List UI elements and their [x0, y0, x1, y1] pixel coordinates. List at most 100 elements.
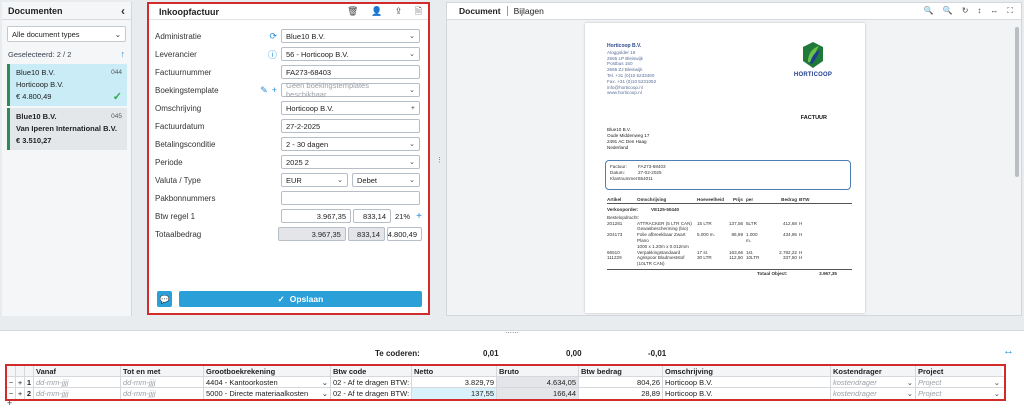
plus-icon[interactable]: +	[411, 105, 415, 112]
btwbedrag-input[interactable]: 28,89	[579, 388, 663, 399]
project-select[interactable]: Project ⌄	[916, 388, 1002, 399]
plus-icon[interactable]: +	[16, 388, 25, 399]
form-title: Inkoopfactuur	[159, 6, 219, 17]
betalingsconditie-select[interactable]: 2 - 30 dagen ⌄	[281, 137, 420, 151]
valuta-select[interactable]: EUR ⌄	[281, 173, 348, 187]
btwcode-select[interactable]: 02 - Af te dragen BTW:⌄	[331, 388, 412, 399]
chevron-left-icon[interactable]: ‹	[121, 4, 125, 18]
refresh-icon[interactable]: ⟳	[269, 31, 277, 42]
column-header[interactable]: Btw bedrag	[579, 366, 663, 376]
fit-height-icon[interactable]: ↕	[977, 6, 981, 16]
viewer-scrollbar[interactable]	[1015, 27, 1019, 177]
column-header[interactable]: Vanaf	[34, 366, 121, 376]
add-row-icon[interactable]: +	[7, 398, 12, 408]
document-card[interactable]: Blue10 B.V. 045 Van Iperen International…	[7, 108, 127, 150]
coding-panel: ⋯⋯ Te coderen: 0,01 0,00 -0,01 ↔ Vanaf T…	[0, 330, 1024, 410]
factuurdatum-input[interactable]: 27-2-2025	[281, 119, 420, 133]
btw-amount-input[interactable]: 3.967,35	[281, 209, 351, 223]
minus-icon[interactable]: −	[7, 377, 16, 387]
logo-text: HORTICOOP	[793, 72, 833, 78]
leverancier-select[interactable]: 56 - Horticoop B.V. ⌄	[281, 47, 420, 61]
tot-input[interactable]: dd-mm-jjjj	[121, 377, 204, 387]
comment-button[interactable]: 💬	[157, 291, 172, 307]
viewer-tabs: Document Bijlagen 🔍 🔍 ↻ ↕ ↔ ⛶	[447, 3, 1021, 20]
document-type-select[interactable]: Alle document types ⌄	[7, 26, 126, 42]
pakbon-input[interactable]	[281, 191, 420, 205]
pencil-icon[interactable]: ✎	[260, 85, 268, 96]
netto-input[interactable]: 137,55	[412, 388, 497, 399]
tab-document[interactable]: Document	[455, 6, 505, 16]
bruto-input[interactable]: 4.634,05	[497, 377, 579, 387]
tot-input[interactable]: dd-mm-jjjj	[121, 388, 204, 399]
btw-vat-input[interactable]: 833,14	[353, 209, 391, 223]
column-header[interactable]: Tot en met	[121, 366, 204, 376]
chevron-down-icon: ⌄	[321, 377, 328, 387]
vanaf-input[interactable]: dd-mm-jjjj	[34, 388, 121, 399]
leaf-logo-icon	[803, 42, 823, 68]
btw-label: Btw regel 1	[155, 211, 196, 221]
chevron-down-icon: ⌄	[337, 177, 343, 184]
table-cell: H	[799, 232, 803, 238]
zoom-in-icon[interactable]: 🔍	[924, 6, 934, 16]
column-header[interactable]: Project	[916, 366, 1002, 376]
column-header[interactable]: Netto	[412, 366, 497, 376]
trash-icon[interactable]: 🗑	[347, 6, 358, 16]
boekingstemplate-select[interactable]: Geen boekingstemplates beschikbaar ⌄	[281, 81, 420, 99]
documents-panel: Documenten ‹ Alle document types ⌄ Gesel…	[2, 2, 132, 316]
tab-bijlagen[interactable]: Bijlagen	[510, 6, 548, 16]
info-icon[interactable]: ⓘ	[268, 48, 277, 61]
card-supplier: Horticoop B.V.	[16, 80, 64, 89]
kostendrager-select[interactable]: kostendrager ⌄	[831, 377, 916, 387]
table-header: Artikel Omschrijving Hoeveelheid Prijs p…	[607, 197, 852, 204]
column-header[interactable]: Kostendrager	[831, 366, 916, 376]
administratie-select[interactable]: Blue10 B.V. ⌄	[281, 29, 420, 43]
chevron-down-icon: ⌄	[409, 33, 415, 40]
fullscreen-icon[interactable]: ⛶	[1007, 6, 1013, 16]
btwcode-select[interactable]: 02 - Af te dragen BTW:⌄	[331, 377, 412, 387]
betalingsconditie-value: 2 - 30 dagen	[286, 139, 329, 149]
plus-icon[interactable]: +	[416, 211, 422, 222]
column-header[interactable]: Omschrijving	[663, 366, 831, 376]
document-card[interactable]: Blue10 B.V. 044 Horticoop B.V. € 4.800,4…	[7, 64, 127, 106]
save-button[interactable]: ✓ Opslaan	[179, 291, 422, 307]
type-select[interactable]: Debet ⌄	[352, 173, 420, 187]
sender-block: Horticoop B.V. Aloggolder 16 2665 LP Ble…	[607, 43, 656, 96]
grootboek-select[interactable]: 4404 - Kantoorkosten ⌄	[204, 377, 331, 387]
sender-line: Postbus 150	[607, 61, 633, 67]
rotate-icon[interactable]: ↻	[962, 6, 969, 16]
table-cell: 204173	[607, 232, 623, 238]
netto-input[interactable]: 3.829,79	[412, 377, 497, 387]
column-header[interactable]: Grootboekrekening	[204, 366, 331, 376]
column-header[interactable]: Btw code	[331, 366, 412, 376]
omschrijving-input[interactable]: Horticoop B.V.	[663, 377, 831, 387]
swap-horizontal-icon[interactable]: ↔	[1003, 345, 1014, 357]
document-viewer: Document Bijlagen 🔍 🔍 ↻ ↕ ↔ ⛶ Horticoop …	[446, 2, 1022, 316]
kostendrager-select[interactable]: kostendrager ⌄	[831, 388, 916, 399]
column-header: Omschrijving	[637, 197, 667, 202]
bruto-input[interactable]: 166,44	[497, 388, 579, 399]
periode-select[interactable]: 2025 2 ⌄	[281, 155, 420, 169]
fit-width-icon[interactable]: ↔	[990, 6, 998, 16]
user-icon[interactable]: 👤	[371, 6, 382, 16]
sort-up-icon[interactable]: ↑	[121, 49, 126, 59]
chevron-down-icon: ⌄	[993, 377, 1000, 387]
plus-icon[interactable]: +	[16, 377, 25, 387]
save-label: Opslaan	[289, 294, 324, 304]
omschrijving-input[interactable]: Horticoop B.V. +	[281, 101, 420, 115]
document-icon[interactable]: 🗎	[415, 6, 422, 16]
column-header[interactable]: Bruto	[497, 366, 579, 376]
sender-line: info@horticoop.nl	[607, 84, 643, 90]
total-value: 3.967,35	[819, 270, 837, 276]
upload-icon[interactable]: ⇪	[395, 6, 403, 16]
plus-icon[interactable]: +	[272, 85, 277, 96]
vanaf-input[interactable]: dd-mm-jjjj	[34, 377, 121, 387]
project-select[interactable]: Project ⌄	[916, 377, 1002, 387]
zoom-out-icon[interactable]: 🔍	[943, 6, 953, 16]
btwbedrag-input[interactable]: 804,26	[579, 377, 663, 387]
omschrijving-input[interactable]: Horticoop B.V.	[663, 388, 831, 399]
card-amount: € 3.510,27	[16, 136, 52, 145]
factuurnummer-input[interactable]: FA273-68403	[281, 65, 420, 79]
grootboek-select[interactable]: 5000 - Directe materiaalkosten ⌄	[204, 388, 331, 399]
resize-handle-icon[interactable]: ⋯⋯	[505, 329, 519, 337]
address-line: Nederland	[607, 145, 629, 150]
